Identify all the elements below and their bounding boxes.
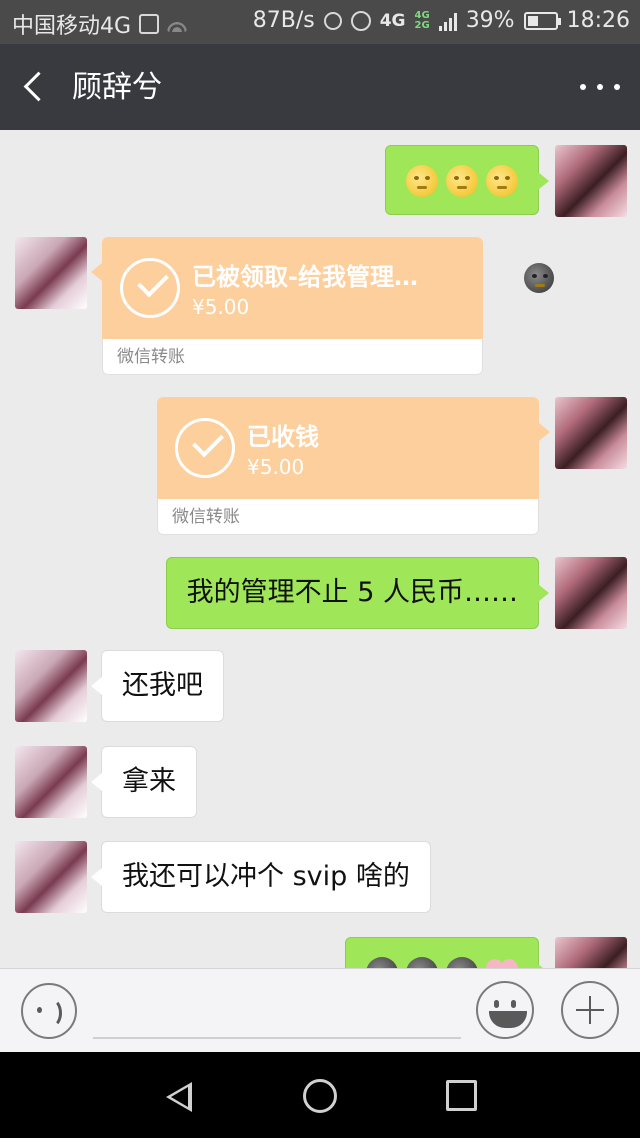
more-dots-icon[interactable]	[580, 74, 620, 100]
contact-text-message[interactable]: 还我吧	[91, 650, 224, 722]
my-emoji-message[interactable]	[345, 937, 549, 969]
mute-icon	[323, 11, 342, 30]
message-input[interactable]	[93, 985, 461, 1039]
pink-heart-emoji	[486, 958, 518, 969]
battery-fill	[527, 15, 538, 26]
clock: 18:26	[566, 8, 630, 33]
my-text-message[interactable]: 我的管理不止 5 人民币……	[165, 557, 550, 629]
transfer-amount: ¥5.00	[247, 455, 305, 479]
signal-icon	[438, 11, 457, 31]
chat-title: 顾辞兮	[72, 70, 162, 105]
battery-percent: 39%	[465, 8, 515, 33]
chat-input-bar	[0, 968, 640, 1052]
transfer-footer: 微信转账	[102, 339, 483, 375]
new-moon-face-emoji	[366, 956, 398, 968]
network-4g-label: 4G	[414, 9, 430, 21]
network-speed: 87B/s	[252, 8, 315, 33]
network-type-b: 4G 2G	[414, 9, 430, 31]
check-circle-icon	[120, 258, 180, 318]
transfer-card-received[interactable]: 已被领取-给我管理… ¥5.00 微信转账	[91, 237, 554, 375]
network-type-a: 4G	[379, 10, 406, 31]
transfer-card-accepted[interactable]: 已收钱 ¥5.00 微信转账	[157, 397, 550, 535]
wifi-icon	[167, 16, 188, 32]
back-arrow-icon[interactable]	[20, 68, 54, 106]
check-circle-icon	[175, 418, 235, 478]
nav-recents-icon[interactable]	[446, 1080, 477, 1111]
transfer-card-body: 已被领取-给我管理… ¥5.00	[91, 237, 554, 339]
network-2g-label: 2G	[414, 19, 430, 31]
transfer-title: 已收钱	[247, 423, 319, 451]
my-emoji-message[interactable]	[385, 145, 549, 215]
contact-text-message[interactable]: 我还可以冲个 svip 啥的	[91, 841, 431, 913]
transfer-footer: 微信转账	[157, 499, 539, 535]
new-moon-face-emoji	[406, 956, 438, 968]
contact-avatar[interactable]	[15, 746, 87, 818]
transfer-card-body: 已收钱 ¥5.00	[157, 397, 550, 499]
nav-back-icon[interactable]	[162, 1078, 198, 1114]
my-avatar[interactable]	[555, 397, 627, 469]
contact-avatar[interactable]	[15, 650, 87, 722]
new-moon-face-emoji	[524, 263, 554, 293]
moon-face-emoji	[486, 164, 518, 197]
image-notification-icon	[139, 14, 160, 34]
contact-avatar[interactable]	[15, 237, 87, 309]
my-avatar[interactable]	[555, 557, 627, 629]
system-nav-bar	[0, 1052, 640, 1138]
emoji-icon[interactable]	[476, 981, 534, 1039]
nav-home-icon[interactable]	[303, 1079, 337, 1113]
chat-header: 顾辞兮	[0, 44, 640, 130]
my-avatar[interactable]	[555, 145, 627, 217]
chat-message-list[interactable]: 已被领取-给我管理… ¥5.00 微信转账 已收钱 ¥5.00 微信转账 我的管…	[0, 130, 640, 968]
alarm-icon	[350, 10, 371, 31]
new-moon-face-emoji	[446, 956, 478, 968]
status-right: 87B/s 4G 4G 2G 39% 18:26	[253, 8, 630, 33]
carrier-label: 中国移动4G	[12, 14, 132, 39]
moon-face-emoji	[406, 164, 438, 197]
battery-icon	[523, 11, 561, 30]
my-avatar[interactable]	[555, 937, 627, 968]
contact-text-message[interactable]: 拿来	[91, 746, 197, 818]
plus-icon[interactable]	[561, 981, 619, 1039]
transfer-title: 已被领取-给我管理…	[192, 263, 418, 291]
transfer-amount: ¥5.00	[192, 295, 250, 319]
status-left: 中国移动4G	[12, 8, 188, 40]
contact-avatar[interactable]	[15, 841, 87, 913]
voice-icon[interactable]	[21, 983, 77, 1039]
status-bar: 中国移动4G 87B/s 4G 4G 2G 39% 18:26	[0, 0, 640, 44]
moon-face-emoji	[446, 164, 478, 197]
